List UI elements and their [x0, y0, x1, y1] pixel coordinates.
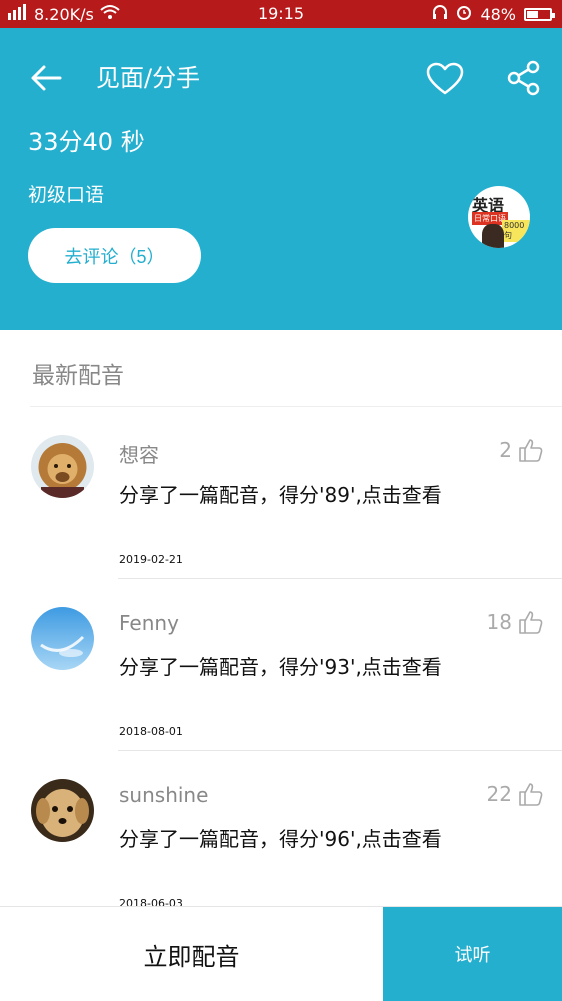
status-bar: 8.20K/s 19:15 48%	[0, 0, 562, 28]
like-button[interactable]: 18	[487, 609, 544, 635]
arrow-left-icon	[31, 65, 62, 91]
thumbs-up-icon	[519, 783, 543, 806]
heart-icon	[426, 62, 464, 95]
user-name: sunshine	[119, 783, 209, 807]
battery-percent: 48%	[480, 4, 516, 24]
avatar[interactable]	[31, 779, 94, 842]
sky-avatar-image	[31, 607, 94, 670]
like-count: 18	[486, 610, 512, 634]
section-title: 最新配音	[32, 363, 124, 389]
like-button[interactable]: 22	[487, 781, 544, 807]
lion-avatar-image	[31, 435, 94, 498]
battery-icon	[524, 7, 555, 21]
alarm-icon	[456, 4, 472, 24]
bottom-action-bar: 立即配音 试听	[0, 906, 562, 1001]
listen-button[interactable]: 试听	[383, 907, 562, 1001]
thumbs-up-icon	[519, 611, 543, 634]
share-icon	[507, 60, 540, 96]
avatar[interactable]	[31, 435, 94, 498]
comment-button[interactable]: 去评论（5）	[28, 228, 201, 283]
back-button[interactable]	[28, 64, 64, 92]
lesson-level: 初级口语	[28, 184, 105, 206]
dub-date: 2018-08-01	[119, 725, 183, 738]
lesson-header: 见面/分手 33分40 秒 初级口语 去评论（5） 英语 日常口语 8000句	[0, 28, 562, 330]
list-item[interactable]: sunshine 22 分享了一篇配音，得分'96',点击查看 2018-06-…	[0, 751, 562, 923]
course-avatar[interactable]: 英语 日常口语 8000句	[468, 186, 530, 248]
headphone-icon	[432, 4, 448, 24]
user-name: Fenny	[119, 611, 179, 635]
dub-description[interactable]: 分享了一篇配音，得分'93',点击查看	[119, 651, 442, 680]
dub-date: 2019-02-21	[119, 553, 183, 566]
dub-description[interactable]: 分享了一篇配音，得分'96',点击查看	[119, 823, 442, 852]
like-count: 2	[499, 438, 512, 462]
list-item[interactable]: 想容 2 分享了一篇配音，得分'89',点击查看 2019-02-21	[0, 407, 562, 579]
person-image	[482, 224, 504, 248]
list-item[interactable]: Fenny 18 分享了一篇配音，得分'93',点击查看 2018-08-01	[0, 579, 562, 751]
thumbs-up-icon	[519, 439, 543, 462]
like-button[interactable]: 2	[499, 437, 544, 463]
share-button[interactable]	[506, 60, 542, 96]
like-count: 22	[486, 782, 512, 806]
user-name: 想容	[119, 443, 159, 467]
avatar[interactable]	[31, 607, 94, 670]
lesson-duration: 33分40 秒	[28, 128, 145, 156]
course-badge-line3: 8000句	[502, 220, 530, 242]
dub-description[interactable]: 分享了一篇配音，得分'89',点击查看	[119, 479, 442, 508]
puppy-avatar-image	[31, 779, 94, 842]
dub-now-button[interactable]: 立即配音	[0, 907, 383, 1001]
page-title: 见面/分手	[96, 64, 201, 92]
favorite-button[interactable]	[426, 62, 464, 96]
